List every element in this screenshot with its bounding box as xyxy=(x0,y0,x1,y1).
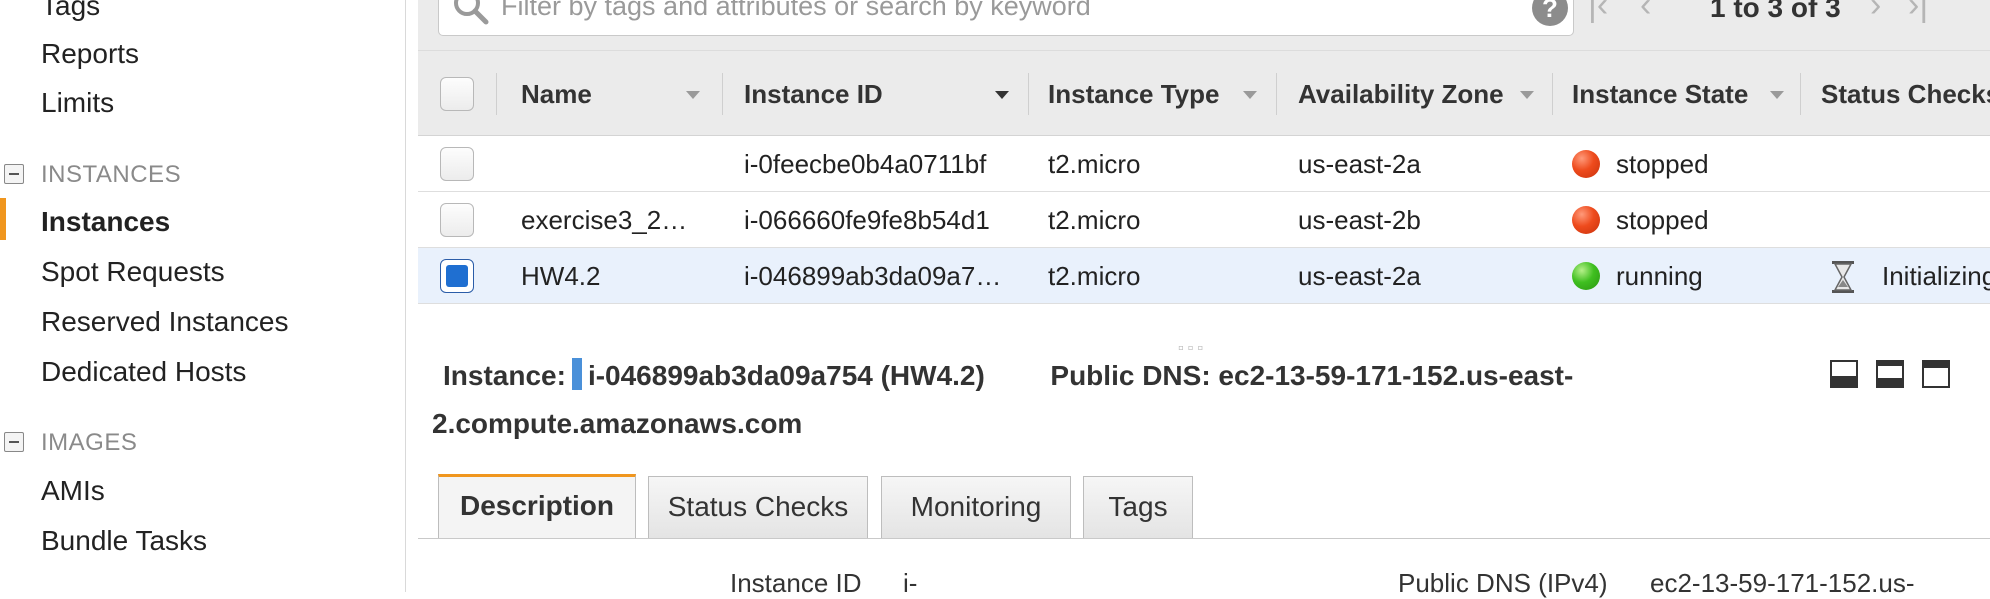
column-header-status-checks[interactable]: Status Checks xyxy=(1821,51,1990,137)
instances-collapse-icon[interactable] xyxy=(4,164,24,184)
public-dns-value: ec2-13-59-171-152.us-east- xyxy=(1218,360,1574,391)
column-divider xyxy=(1552,73,1553,115)
column-divider xyxy=(1276,73,1277,115)
main-content: ? |‹ ‹ 1 to 3 of 3 › ›| Name Instance ID… xyxy=(418,0,1990,598)
sort-arrow-icon[interactable] xyxy=(1520,91,1534,99)
cell-instance-id: i-066660fe9fe8b54d1 xyxy=(744,205,990,235)
instance-id-value: i- xyxy=(903,568,918,598)
sort-arrow-icon[interactable] xyxy=(995,91,1009,99)
column-divider xyxy=(722,73,723,115)
filter-toolbar: ? |‹ ‹ 1 to 3 of 3 › ›| xyxy=(418,0,1990,50)
cell-status-checks: Initializing xyxy=(1882,261,1990,291)
cell-name: exercise3_2… xyxy=(521,205,688,235)
sidebar-item-reserved-instances[interactable]: Reserved Instances xyxy=(41,308,288,336)
cell-instance-type: t2.micro xyxy=(1048,149,1141,179)
pane-layout-full-icon[interactable] xyxy=(1830,360,1858,388)
resize-grip-icon[interactable]: ▫▫▫ xyxy=(1178,340,1207,358)
sort-arrow-icon[interactable] xyxy=(1770,91,1784,99)
row-checkbox[interactable] xyxy=(440,203,474,237)
cell-availability-zone: us-east-2a xyxy=(1298,261,1421,291)
first-page-icon[interactable]: |‹ xyxy=(1588,0,1608,22)
cell-availability-zone: us-east-2a xyxy=(1298,149,1421,179)
sidebar: Tags Reports Limits INSTANCES Instances … xyxy=(0,0,406,592)
instance-marker xyxy=(571,358,582,390)
table-header: Name Instance ID Instance Type Availabil… xyxy=(418,50,1990,136)
pane-layout-top-icon[interactable] xyxy=(1922,360,1950,388)
row-checkbox[interactable] xyxy=(440,147,474,181)
search-input[interactable] xyxy=(499,0,1503,27)
sidebar-item-limits[interactable]: Limits xyxy=(41,89,114,117)
cell-instance-id: i-046899ab3da09a7… xyxy=(744,261,1002,291)
tab-monitoring[interactable]: Monitoring xyxy=(881,476,1071,538)
public-dns-ipv4-value: ec2-13-59-171-152.us- xyxy=(1650,568,1915,598)
sidebar-item-amis[interactable]: AMIs xyxy=(41,477,105,505)
sidebar-item-bundle-tasks[interactable]: Bundle Tasks xyxy=(41,527,207,555)
tabs-divider xyxy=(418,538,1990,539)
column-header-instance-state[interactable]: Instance State xyxy=(1572,51,1748,137)
search-icon xyxy=(454,0,489,25)
table-row[interactable]: exercise3_2… i-066660fe9fe8b54d1 t2.micr… xyxy=(418,192,1990,248)
sidebar-item-dedicated-hosts[interactable]: Dedicated Hosts xyxy=(41,358,246,386)
cell-instance-type: t2.micro xyxy=(1048,205,1141,235)
row-checkbox-checked[interactable] xyxy=(440,259,474,293)
column-header-instance-id[interactable]: Instance ID xyxy=(744,51,883,137)
sidebar-item-tags[interactable]: Tags xyxy=(41,0,100,20)
column-divider xyxy=(1028,73,1029,115)
cell-instance-state: running xyxy=(1616,261,1703,291)
active-indicator xyxy=(0,198,6,240)
pane-layout-split-icon[interactable] xyxy=(1876,360,1904,388)
tab-description[interactable]: Description xyxy=(438,474,636,538)
pagination-text: 1 to 3 of 3 xyxy=(1710,0,1841,23)
public-dns-ipv4-label: Public DNS (IPv4) xyxy=(1398,568,1608,598)
sidebar-item-spot-requests[interactable]: Spot Requests xyxy=(41,258,225,286)
select-all-checkbox[interactable] xyxy=(440,77,474,111)
column-divider xyxy=(496,73,497,115)
cell-instance-state: stopped xyxy=(1616,149,1709,179)
public-dns-label: Public DNS: xyxy=(1050,360,1211,391)
images-collapse-icon[interactable] xyxy=(4,432,24,452)
detail-header: Instance: i-046899ab3da09a754 (HW4.2) Pub… xyxy=(443,358,1573,392)
public-dns-value-continued: 2.compute.amazonaws.com xyxy=(432,408,803,439)
sidebar-item-reports[interactable]: Reports xyxy=(41,40,139,68)
table-row[interactable]: i-0feecbe0b4a0711bf t2.micro us-east-2a … xyxy=(418,136,1990,192)
stopped-status-icon xyxy=(1572,150,1600,178)
search-box[interactable] xyxy=(438,0,1574,36)
next-page-icon[interactable]: › xyxy=(1870,0,1881,22)
running-status-icon xyxy=(1572,262,1600,290)
cell-instance-state: stopped xyxy=(1616,205,1709,235)
sidebar-item-instances[interactable]: Instances xyxy=(41,208,170,236)
tab-tags[interactable]: Tags xyxy=(1083,476,1193,538)
instance-label: Instance: xyxy=(443,360,566,391)
cell-instance-type: t2.micro xyxy=(1048,261,1141,291)
cell-instance-id: i-0feecbe0b4a0711bf xyxy=(744,149,987,179)
last-page-icon[interactable]: ›| xyxy=(1908,0,1928,22)
column-header-name[interactable]: Name xyxy=(521,51,592,137)
sort-arrow-icon[interactable] xyxy=(1243,91,1257,99)
column-header-instance-type[interactable]: Instance Type xyxy=(1048,51,1219,137)
instance-value: i-046899ab3da09a754 (HW4.2) xyxy=(587,360,985,391)
cell-name: HW4.2 xyxy=(521,261,601,291)
table-row-selected[interactable]: HW4.2 i-046899ab3da09a7… t2.micro us-eas… xyxy=(418,248,1990,304)
section-header-images: IMAGES xyxy=(41,429,138,456)
column-divider xyxy=(1800,73,1801,115)
instance-id-label: Instance ID xyxy=(730,568,862,598)
stopped-status-icon xyxy=(1572,206,1600,234)
tab-status-checks[interactable]: Status Checks xyxy=(648,476,868,538)
column-header-availability-zone[interactable]: Availability Zone xyxy=(1298,51,1504,137)
section-header-instances: INSTANCES xyxy=(41,161,182,188)
cell-availability-zone: us-east-2b xyxy=(1298,205,1421,235)
sort-arrow-icon[interactable] xyxy=(686,91,700,99)
previous-page-icon[interactable]: ‹ xyxy=(1640,0,1651,22)
hourglass-icon xyxy=(1832,261,1854,293)
